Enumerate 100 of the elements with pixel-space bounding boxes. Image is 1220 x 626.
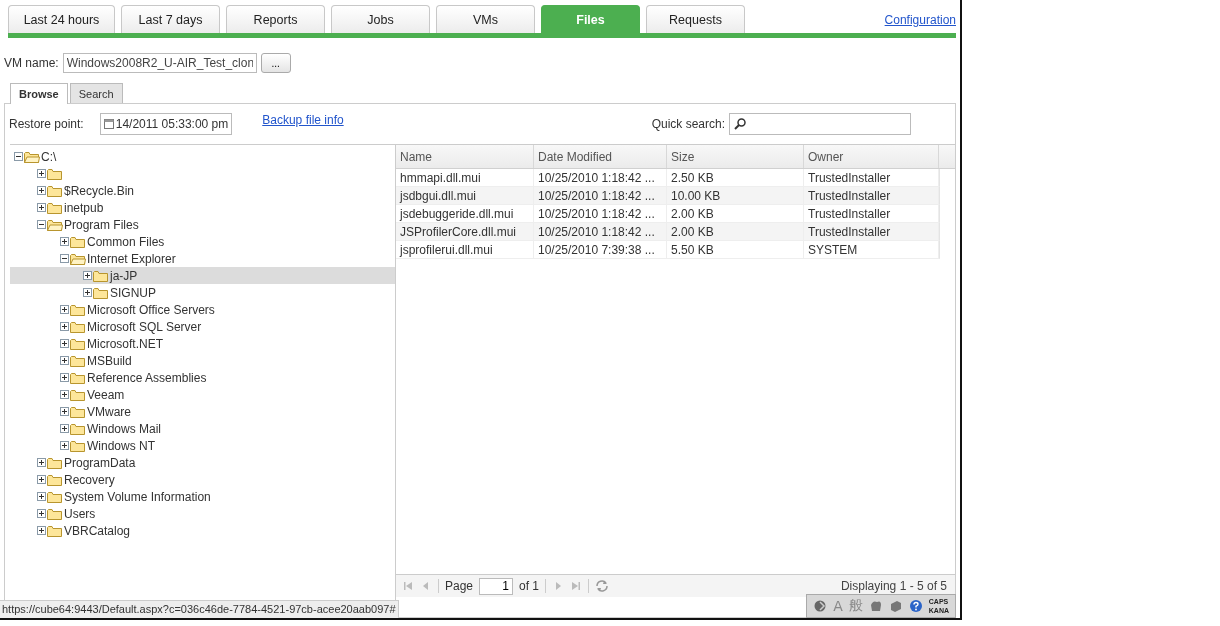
folder-icon: [70, 303, 86, 316]
table-cell: SYSTEM: [804, 241, 939, 258]
restore-point-label: Restore point:: [9, 117, 84, 131]
configuration-link[interactable]: Configuration: [884, 13, 956, 27]
table-cell: 2.50 KB: [667, 169, 804, 186]
page-label: Page: [445, 579, 474, 593]
quick-search-field[interactable]: [729, 113, 911, 135]
block-icon[interactable]: [888, 599, 903, 613]
refresh-icon[interactable]: [595, 579, 610, 593]
tree-item[interactable]: Windows NT: [10, 437, 395, 454]
table-cell: hmmapi.dll.mui: [396, 169, 534, 186]
table-cell: 10/25/2010 7:39:38 ...: [534, 241, 667, 258]
expand-icon[interactable]: [60, 390, 69, 399]
column-header[interactable]: Owner: [804, 145, 939, 168]
table-cell: JSProfilerCore.dll.mui: [396, 223, 534, 240]
tree-item[interactable]: ProgramData: [10, 454, 395, 471]
tree-item[interactable]: Program Files: [10, 216, 395, 233]
expand-icon[interactable]: [37, 492, 46, 501]
tree-item[interactable]: Veeam: [10, 386, 395, 403]
expand-icon[interactable]: [60, 407, 69, 416]
table-cell: 10/25/2010 1:18:42 ...: [534, 169, 667, 186]
tree-item[interactable]: ja-JP: [10, 267, 395, 284]
column-header[interactable]: Date Modified: [534, 145, 667, 168]
column-header[interactable]: Size: [667, 145, 804, 168]
page-field[interactable]: 1: [479, 577, 514, 595]
folder-icon: [47, 201, 63, 214]
expand-icon[interactable]: [60, 424, 69, 433]
table-cell: jsprofilerui.dll.mui: [396, 241, 534, 258]
folder-icon: [93, 286, 109, 299]
folder-icon: [24, 150, 40, 163]
tree-item[interactable]: Windows Mail: [10, 420, 395, 437]
displaying-count: Displaying 1 - 5 of 5: [840, 579, 947, 593]
folder-icon: [70, 422, 86, 435]
expand-icon[interactable]: [37, 186, 46, 195]
collapse-icon[interactable]: [14, 152, 23, 161]
expand-icon[interactable]: [60, 237, 69, 246]
nav-tab[interactable]: VMs: [436, 5, 535, 33]
expand-icon[interactable]: [60, 322, 69, 331]
table-cell: 10.00 KB: [667, 187, 804, 204]
subtab[interactable]: Browse: [10, 83, 68, 104]
status-url: https://cube64:9443/Default.aspx?c=036c46de-7784-4521-97cb-acee20aab097#: [0, 600, 399, 618]
quick-search-label: Quick search:: [651, 117, 725, 131]
restore-point-field[interactable]: 14/2011 05:33:00 pm: [99, 113, 233, 135]
tree-item[interactable]: Common Files: [10, 233, 395, 250]
expand-icon[interactable]: [37, 458, 46, 467]
expand-icon[interactable]: [60, 373, 69, 382]
nav-tab[interactable]: Last 7 days: [121, 5, 220, 33]
table-cell: 2.00 KB: [667, 205, 804, 222]
tree-item[interactable]: System Volume Information: [10, 488, 395, 505]
expand-icon[interactable]: [60, 356, 69, 365]
expand-icon[interactable]: [37, 169, 46, 178]
collapse-icon[interactable]: [37, 220, 46, 229]
tree-item[interactable]: Internet Explorer: [10, 250, 395, 267]
tree-item[interactable]: Reference Assemblies: [10, 369, 395, 386]
tree-item[interactable]: Microsoft SQL Server: [10, 318, 395, 335]
expand-icon[interactable]: [37, 509, 46, 518]
expand-icon[interactable]: [83, 271, 92, 280]
collapse-icon[interactable]: [60, 254, 69, 263]
tree-item[interactable]: $Recycle.Bin: [10, 182, 395, 199]
expand-icon[interactable]: [60, 305, 69, 314]
vm-name-label: VM name:: [4, 56, 59, 70]
nav-tab[interactable]: Jobs: [331, 5, 430, 33]
subtab[interactable]: Search: [69, 83, 123, 103]
vm-name-field[interactable]: Windows2008R2_U-AIR_Test_clon: [62, 53, 257, 73]
search-icon: [733, 117, 747, 131]
tree-item[interactable]: MSBuild: [10, 352, 395, 369]
column-header[interactable]: Name: [396, 145, 534, 168]
table-cell: jsdbgui.dll.mui: [396, 187, 534, 204]
folder-icon: [70, 252, 86, 265]
nav-tab[interactable]: Requests: [646, 5, 745, 33]
tree-item[interactable]: inetpub: [10, 199, 395, 216]
expand-icon[interactable]: [60, 441, 69, 450]
expand-icon[interactable]: [37, 203, 46, 212]
expand-icon[interactable]: [37, 526, 46, 535]
table-cell: TrustedInstaller: [804, 169, 939, 186]
table-cell: TrustedInstaller: [804, 187, 939, 204]
expand-icon[interactable]: [60, 339, 69, 348]
nav-tab[interactable]: Last 24 hours: [8, 5, 115, 33]
backup-file-info-link[interactable]: Backup file info: [262, 113, 344, 127]
tree-item[interactable]: VBRCatalog: [10, 522, 395, 539]
tree-item[interactable]: SIGNUP: [10, 284, 395, 301]
tree-item[interactable]: VMware: [10, 403, 395, 420]
tree-item[interactable]: Microsoft.NET: [10, 335, 395, 352]
ime-icon[interactable]: [813, 599, 828, 613]
folder-icon: [47, 218, 63, 231]
folder-icon: [47, 490, 63, 503]
expand-icon[interactable]: [83, 288, 92, 297]
tree-item[interactable]: Microsoft Office Servers: [10, 301, 395, 318]
browse-button[interactable]: ...: [260, 53, 291, 73]
tree-item[interactable]: Recovery: [10, 471, 395, 488]
folder-icon: [47, 507, 63, 520]
help-icon[interactable]: [908, 599, 923, 613]
tree-item[interactable]: Users: [10, 505, 395, 522]
tree-item[interactable]: C:\: [10, 148, 395, 165]
folder-icon: [70, 405, 86, 418]
nav-tab[interactable]: Reports: [226, 5, 325, 33]
folder-icon: [70, 235, 86, 248]
folder-icon: [70, 388, 86, 401]
calendar-icon[interactable]: [103, 119, 114, 129]
expand-icon[interactable]: [37, 475, 46, 484]
